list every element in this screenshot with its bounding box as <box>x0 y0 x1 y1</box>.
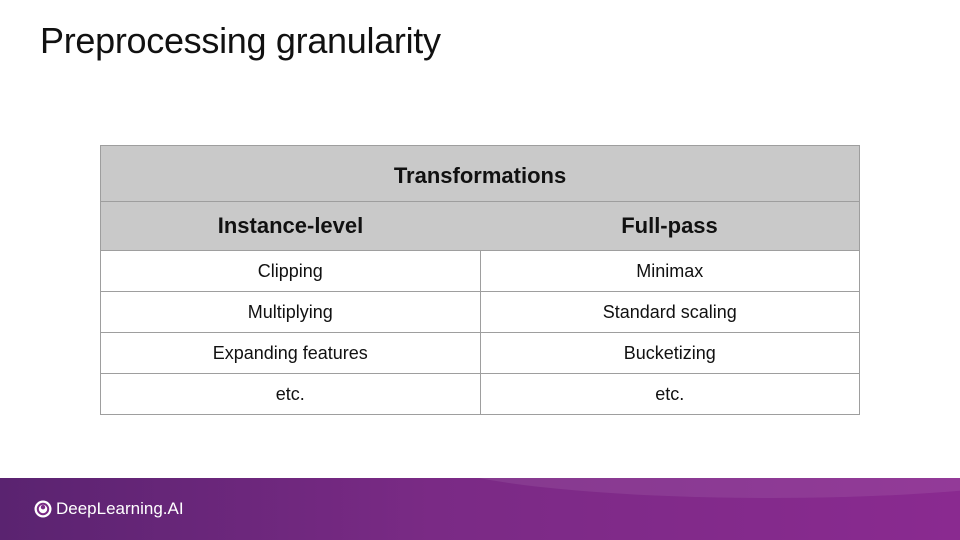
footer-sheen <box>420 478 960 498</box>
table-row: Clipping Minimax <box>100 250 860 292</box>
table-column-header-row: Instance-level Full-pass <box>100 201 860 251</box>
table-body: Clipping Minimax Multiplying Standard sc… <box>100 250 860 415</box>
table-cell-full-pass: Minimax <box>479 250 860 292</box>
table-header: Transformations Instance-level Full-pass <box>100 145 860 251</box>
brand-name: DeepLearning.AI <box>56 499 184 518</box>
footer-bar: DeepLearning.AI <box>0 478 960 540</box>
table-cell-instance-level: Multiplying <box>100 291 481 333</box>
table-cell-instance-level: Clipping <box>100 250 481 292</box>
table-row: Multiplying Standard scaling <box>100 291 860 333</box>
slide: Preprocessing granularity Transformation… <box>0 0 960 540</box>
table-cell-instance-level: Expanding features <box>100 332 481 374</box>
table-group-header-row: Transformations <box>100 145 860 202</box>
table-group-header: Transformations <box>100 145 860 202</box>
table-cell-instance-level: etc. <box>100 373 481 415</box>
table-cell-full-pass: etc. <box>479 373 860 415</box>
transformations-table: Transformations Instance-level Full-pass… <box>100 145 860 415</box>
table-cell-full-pass: Bucketizing <box>479 332 860 374</box>
table-row: etc. etc. <box>100 373 860 415</box>
table-cell-full-pass: Standard scaling <box>479 291 860 333</box>
table-row: Expanding features Bucketizing <box>100 332 860 374</box>
column-header-instance-level: Instance-level <box>100 201 480 251</box>
deeplearning-ai-logo-icon <box>34 500 52 518</box>
column-header-full-pass: Full-pass <box>480 201 860 251</box>
slide-title: Preprocessing granularity <box>40 20 441 61</box>
transformations-table-container: Transformations Instance-level Full-pass… <box>100 145 860 415</box>
brand: DeepLearning.AI <box>34 499 184 519</box>
